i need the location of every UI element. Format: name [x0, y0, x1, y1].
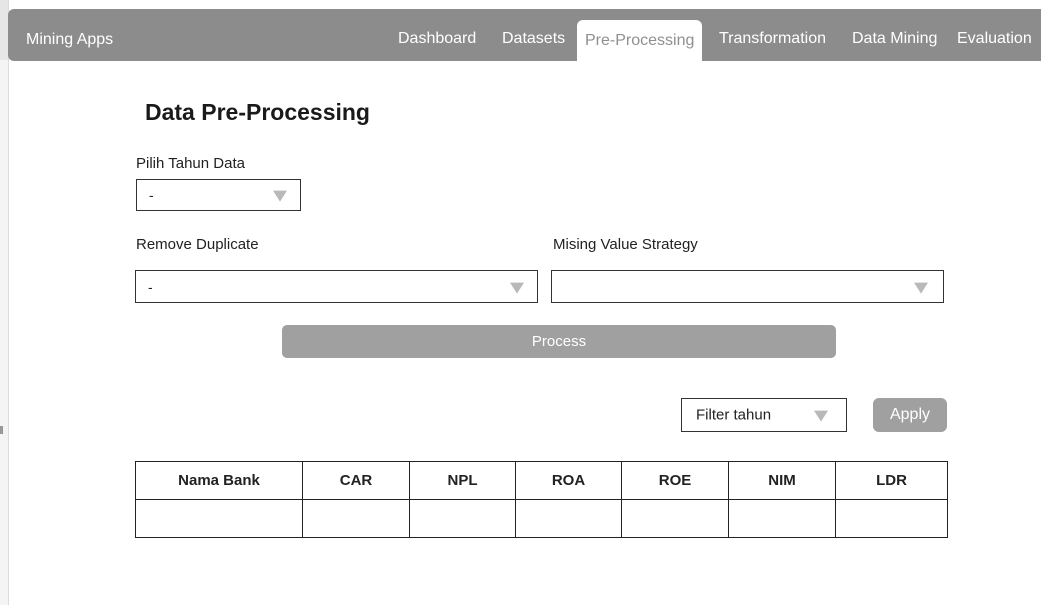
- tab-pre-processing[interactable]: Pre-Processing: [577, 20, 703, 61]
- column-header-ldr: LDR: [835, 461, 948, 500]
- tab-evaluation[interactable]: Evaluation: [957, 30, 1032, 48]
- table-cell: [135, 499, 303, 538]
- filter-year-select[interactable]: Filter tahun: [681, 398, 847, 432]
- chevron-down-icon: [814, 410, 828, 422]
- page-title: Data Pre-Processing: [145, 99, 370, 125]
- chevron-down-icon: [914, 282, 928, 294]
- table-cell: [728, 499, 836, 538]
- table-cell: [409, 499, 516, 538]
- remove-duplicate-select[interactable]: -: [135, 270, 538, 303]
- year-select-value: -: [149, 187, 154, 203]
- apply-button[interactable]: Apply: [873, 398, 947, 432]
- missing-value-label: Mising Value Strategy: [553, 236, 698, 253]
- data-table: Nama Bank CAR NPL ROA ROE NIM LDR: [135, 461, 948, 538]
- column-header-car: CAR: [302, 461, 410, 500]
- tab-datasets[interactable]: Datasets: [502, 30, 565, 48]
- app-brand[interactable]: Mining Apps: [26, 31, 113, 49]
- edge-marker: [0, 426, 3, 434]
- chevron-down-icon: [510, 282, 524, 294]
- table-cell: [621, 499, 729, 538]
- remove-duplicate-label: Remove Duplicate: [136, 236, 259, 253]
- column-header-npl: NPL: [409, 461, 516, 500]
- table-row: [135, 499, 948, 538]
- tab-dashboard[interactable]: Dashboard: [398, 30, 476, 48]
- filter-year-value: Filter tahun: [696, 406, 772, 424]
- chevron-down-icon: [273, 190, 287, 202]
- year-label: Pilih Tahun Data: [136, 155, 245, 172]
- table-cell: [835, 499, 948, 538]
- column-header-roa: ROA: [515, 461, 622, 500]
- column-header-nama-bank: Nama Bank: [135, 461, 303, 500]
- column-header-roe: ROE: [621, 461, 729, 500]
- process-button[interactable]: Process: [282, 325, 836, 358]
- remove-duplicate-value: -: [148, 278, 153, 295]
- table-cell: [515, 499, 622, 538]
- tab-data-mining[interactable]: Data Mining: [852, 30, 937, 48]
- table-cell: [302, 499, 410, 538]
- column-header-nim: NIM: [728, 461, 836, 500]
- year-select[interactable]: -: [136, 179, 301, 211]
- missing-value-select[interactable]: [551, 270, 944, 303]
- table-header-row: Nama Bank CAR NPL ROA ROE NIM LDR: [135, 461, 948, 500]
- top-navbar: Mining Apps Dashboard Datasets Pre-Proce…: [8, 9, 1041, 61]
- tab-transformation[interactable]: Transformation: [719, 30, 826, 48]
